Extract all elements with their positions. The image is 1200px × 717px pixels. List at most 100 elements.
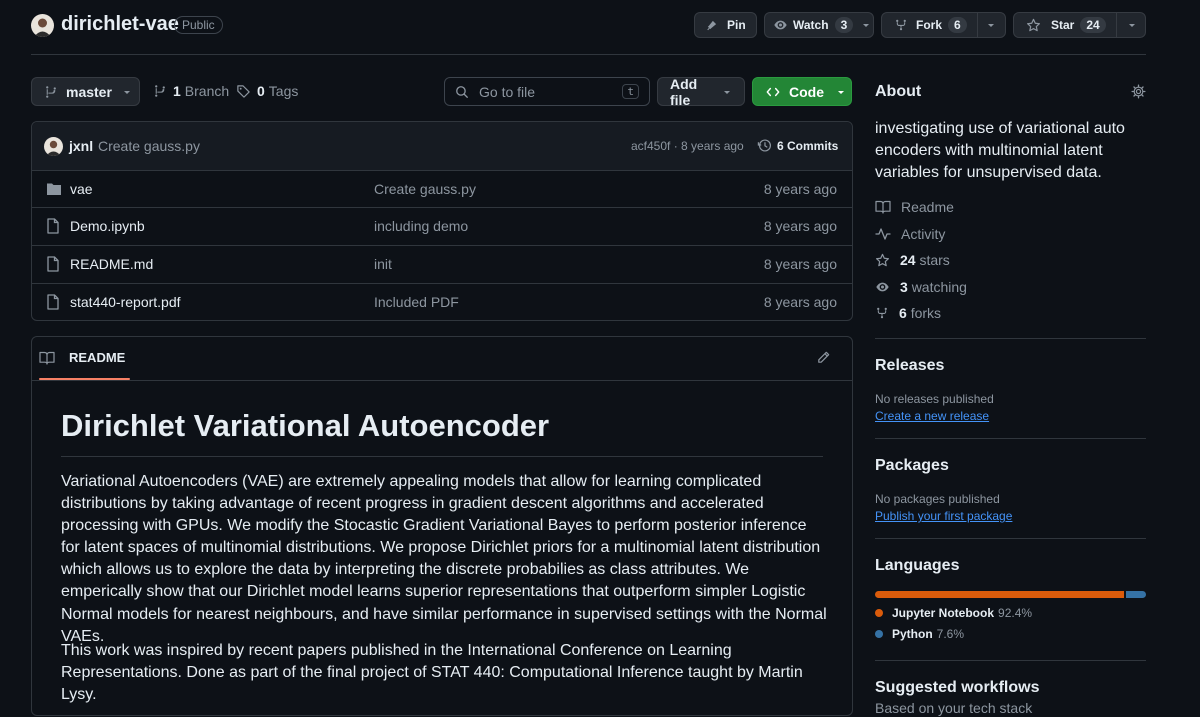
language-bar (875, 591, 1146, 598)
chevron-down-icon (836, 87, 846, 97)
file-row[interactable]: vae Create gauss.py 8 years ago (32, 170, 852, 207)
workflows-subtext: Based on your tech stack (875, 700, 1033, 716)
fork-dropdown-icon[interactable] (986, 20, 996, 30)
star-dropdown-icon[interactable] (1127, 20, 1137, 30)
author-avatar[interactable] (44, 137, 63, 156)
about-settings-gear-icon[interactable] (1131, 84, 1146, 99)
file-age: 8 years ago (763, 181, 837, 197)
eye-icon (875, 280, 890, 294)
pulse-icon (875, 227, 891, 241)
create-release-link[interactable]: Create a new release (875, 409, 989, 423)
chevron-down-icon (722, 87, 732, 97)
releases-heading[interactable]: Releases (875, 357, 944, 375)
watch-count: 3 (834, 17, 854, 33)
file-icon (46, 256, 60, 272)
workflows-heading: Suggested workflows (875, 679, 1040, 696)
about-description: investigating use of variational auto en… (875, 120, 1125, 181)
forks-link[interactable]: 6 forks (875, 305, 941, 321)
star-button[interactable]: Star 24 (1013, 12, 1146, 38)
file-icon (46, 218, 60, 234)
file-name[interactable]: Demo.ipynb (70, 218, 145, 234)
fork-icon (894, 18, 908, 32)
commit-hash-time[interactable]: acf450f · 8 years ago (631, 139, 744, 153)
eye-icon (773, 18, 788, 32)
header-divider (31, 54, 1146, 55)
branches-count: 1 (173, 83, 181, 99)
history-icon (757, 138, 772, 153)
sidebar-divider (875, 660, 1146, 661)
pin-label: Pin (727, 18, 746, 32)
chevron-down-icon[interactable] (861, 20, 871, 30)
tag-icon (236, 84, 251, 99)
commits-link[interactable]: 6 Commits (757, 138, 838, 153)
file-row[interactable]: stat440-report.pdf Included PDF 8 years … (32, 283, 852, 320)
commits-label: 6 Commits (777, 138, 839, 153)
file-name[interactable]: stat440-report.pdf (70, 294, 181, 310)
stars-link[interactable]: 24 stars (875, 252, 950, 268)
readme-link-label: Readme (901, 199, 954, 215)
readme-tab-label: README (69, 350, 126, 365)
file-commit-message[interactable]: including demo (374, 218, 468, 234)
activity-link[interactable]: Activity (875, 226, 945, 242)
file-commit-message[interactable]: Create gauss.py (374, 181, 476, 197)
search-icon (455, 85, 469, 99)
branches-label: Branch (184, 83, 230, 99)
branches-link[interactable]: 1 Branch (153, 83, 229, 99)
book-icon (39, 351, 55, 365)
file-commit-message[interactable]: Included PDF (374, 294, 459, 310)
watching-link[interactable]: 3 watching (875, 279, 967, 295)
file-name[interactable]: README.md (70, 256, 153, 272)
language-item[interactable]: Jupyter Notebook 92.4% (875, 606, 1032, 620)
tags-label: Tags (268, 83, 299, 99)
readme-title: Dirichlet Variational Autoencoder (61, 408, 550, 443)
fork-button[interactable]: Fork 6 (881, 12, 1006, 38)
branch-icon (153, 84, 167, 98)
repo-name[interactable]: dirichlet-vae (61, 13, 179, 36)
no-packages-text: No packages published (875, 492, 1000, 506)
watch-button[interactable]: Watch 3 (764, 12, 874, 38)
file-row[interactable]: README.md init 8 years ago (32, 245, 852, 282)
activity-label: Activity (901, 226, 946, 242)
go-to-file-search[interactable]: Go to file t (444, 77, 650, 106)
repo-avatar[interactable] (31, 14, 54, 37)
branch-selector[interactable]: master (31, 77, 140, 106)
pin-button[interactable]: Pin (694, 12, 757, 38)
file-row[interactable]: Demo.ipynb including demo 8 years ago (32, 207, 852, 244)
tags-link[interactable]: 0 Tags (236, 83, 298, 99)
readme-tab[interactable]: README (39, 350, 125, 365)
star-count: 24 (1080, 17, 1106, 33)
file-age: 8 years ago (763, 256, 837, 272)
code-label: Code (789, 83, 824, 100)
code-icon (765, 85, 781, 99)
file-icon (46, 294, 60, 310)
add-file-button[interactable]: Add file (657, 76, 745, 108)
edit-pencil-icon[interactable] (816, 350, 831, 365)
watching-label: watching (911, 279, 967, 295)
file-name[interactable]: vae (70, 181, 93, 197)
file-age: 8 years ago (763, 294, 837, 310)
shortcut-key: t (622, 84, 639, 99)
readme-link[interactable]: Readme (875, 199, 954, 215)
sidebar-divider (875, 538, 1146, 539)
fork-icon (875, 306, 889, 320)
commit-message[interactable]: Create gauss.py (98, 138, 200, 154)
code-button[interactable]: Code (752, 77, 852, 106)
commit-author[interactable]: jxnl (69, 138, 93, 154)
readme-paragraph: Variational Autoencoders (VAE) are extre… (61, 473, 827, 645)
language-bar-segment-python (1125, 591, 1146, 598)
fork-label: Fork (916, 18, 943, 32)
file-commit-message[interactable]: init (374, 256, 392, 272)
language-percent: 92.4% (998, 606, 1033, 620)
star-icon (1026, 18, 1041, 33)
watch-label: Watch (793, 18, 829, 32)
packages-heading[interactable]: Packages (875, 457, 949, 475)
language-item[interactable]: Python 7.6% (875, 627, 964, 641)
book-icon (875, 200, 891, 214)
search-placeholder: Go to file (479, 83, 536, 100)
publish-package-link[interactable]: Publish your first package (875, 509, 1012, 523)
language-bar-segment-jupyter (875, 591, 1124, 598)
readme-title-divider (61, 456, 823, 457)
language-name: Jupyter Notebook (892, 606, 995, 620)
chevron-down-icon (122, 87, 132, 97)
pin-icon (705, 18, 719, 32)
